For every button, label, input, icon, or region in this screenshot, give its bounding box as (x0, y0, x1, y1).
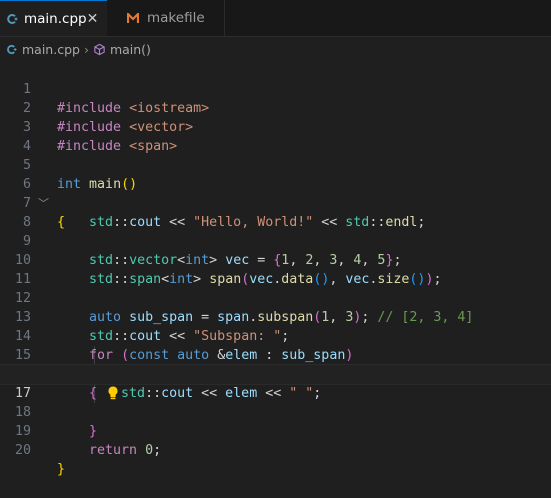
code-line[interactable]: 15 ﹀ { (0, 327, 551, 401)
breadcrumb-symbol-label: main() (109, 41, 151, 57)
code-line[interactable]: 19 return 0; (0, 403, 551, 458)
code-line[interactable]: 6 ﹀ { (0, 156, 551, 230)
code-line[interactable]: 1 #include <iostream> (0, 61, 551, 116)
tab-label: main.cpp (24, 10, 87, 27)
code-line[interactable]: 7 std::cout << "Hello, World!" << std::e… (0, 175, 551, 230)
breadcrumb-file-label: main.cpp (22, 41, 80, 57)
cpp-file-icon (6, 11, 18, 27)
code-line[interactable]: 14 for (const auto &elem : sub_span) (0, 308, 551, 363)
code-text: } (57, 462, 66, 477)
tab-label: makefile (147, 10, 205, 26)
method-cube-icon (93, 43, 106, 56)
close-icon[interactable]: ✕ (87, 11, 99, 27)
code-line[interactable]: 12 auto sub_span = span.subspan(1, 3); /… (0, 270, 551, 325)
code-line[interactable]: 3 #include <span> (0, 99, 551, 154)
code-line[interactable]: 11 (0, 251, 551, 287)
code-line[interactable]: 10 std::span<int> span(vec.data(), vec.s… (0, 232, 551, 287)
code-line[interactable]: 18 (0, 384, 551, 420)
tab-makefile[interactable]: makefile (107, 0, 225, 36)
code-line[interactable]: 2 #include <vector> (0, 80, 551, 135)
code-text: return 0; (89, 443, 162, 458)
chevron-right-icon: › (83, 41, 89, 57)
line-number: 20 (14, 443, 31, 458)
code-line[interactable]: 8 (0, 194, 551, 230)
code-line[interactable]: 20 } (0, 422, 551, 477)
breadcrumb: main.cpp › main() (0, 37, 551, 61)
code-line[interactable]: 9 std::vector<int> vec = {1, 2, 3, 4, 5}… (0, 213, 551, 268)
code-line-current[interactable]: 17 } (0, 364, 551, 439)
code-line[interactable]: 4 (0, 118, 551, 154)
code-line[interactable]: 13 std::cout << "Subspan: "; (0, 289, 551, 344)
breadcrumb-symbol[interactable]: main() (93, 42, 151, 57)
breadcrumb-file[interactable]: main.cpp (6, 42, 80, 57)
code-line[interactable]: 16 std::cout << elem << " "; (0, 346, 551, 401)
cpp-file-icon (6, 44, 17, 55)
makefile-icon (125, 10, 141, 26)
tab-bar: main.cpp ✕ makefile (0, 0, 551, 37)
tab-main-cpp[interactable]: main.cpp ✕ (0, 0, 107, 36)
code-editor[interactable]: 1 #include <iostream> 2 #include <vector… (0, 61, 551, 477)
code-line[interactable]: 5 int main() (0, 137, 551, 192)
